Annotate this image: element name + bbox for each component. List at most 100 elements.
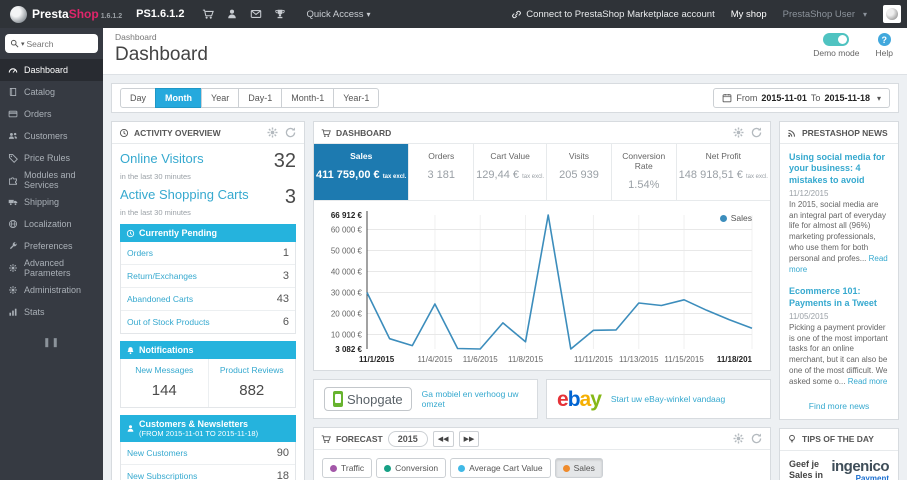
sidebar-item-administration[interactable]: Administration — [0, 279, 103, 301]
sidebar-item-customers[interactable]: Customers — [0, 125, 103, 147]
activity-overview-panel: ACTIVITY OVERVIEW Online Visitors 32 in … — [111, 121, 305, 480]
sidebar-item-localization[interactable]: Localization — [0, 213, 103, 235]
cart-icon[interactable] — [196, 0, 220, 28]
tab-day-1[interactable]: Day-1 — [238, 88, 283, 108]
new-subscriptions-row: New Subscriptions 18 — [121, 465, 295, 480]
customers-quick-icon[interactable] — [220, 0, 244, 28]
dashboard-icon — [8, 65, 18, 75]
currently-pending-header: Currently Pending — [120, 224, 296, 242]
online-visitors-link[interactable]: Online Visitors — [120, 151, 204, 166]
messages-icon[interactable] — [244, 0, 268, 28]
demo-mode-toggle[interactable] — [823, 33, 850, 46]
user-menu[interactable]: PrestaShop User — [783, 9, 867, 20]
tips-of-the-day-panel: TIPS OF THE DAY ingenico Payment service… — [779, 427, 899, 480]
search-input[interactable] — [26, 38, 82, 49]
tips-title: TIPS OF THE DAY — [802, 434, 874, 445]
activity-refresh-icon[interactable] — [284, 126, 297, 139]
prestashop-logo[interactable]: PrestaShop 1.6.1.2 — [0, 5, 132, 23]
stats-icon — [8, 307, 18, 317]
sidebar-item-shipping[interactable]: Shipping — [0, 191, 103, 213]
dashboard-panel-title: DASHBOARD — [336, 127, 392, 138]
forecast-toggle-conversion[interactable]: Conversion — [376, 458, 447, 478]
new-messages-cell[interactable]: New Messages 144 — [121, 359, 208, 407]
pending-row-out-of-stock: Out of Stock Products 6 — [127, 316, 289, 328]
customers-newsletters-header: Customers & Newsletters (FROM 2015-11-01 … — [120, 415, 296, 442]
activity-settings-icon[interactable] — [266, 126, 279, 139]
sidebar-search[interactable] — [5, 34, 98, 53]
activity-icon — [119, 128, 129, 138]
shopgate-link[interactable]: Ga mobiel en verhoog uw omzet — [422, 389, 527, 409]
tab-month-1[interactable]: Month-1 — [281, 88, 335, 108]
tab-year[interactable]: Year — [201, 88, 240, 108]
demo-mode-label: Demo mode — [813, 48, 860, 58]
sidebar-item-advanced-parameters[interactable]: Advanced Parameters — [0, 257, 103, 279]
kpi-cart-value[interactable]: Cart Value 129,44 € tax excl. — [474, 144, 548, 200]
forecast-next-button[interactable]: ▶▶ — [458, 430, 480, 447]
shopgate-banner: Shopgate Ga mobiel en verhoog uw omzet — [313, 379, 538, 419]
average-cart-value-dot-icon — [458, 464, 466, 472]
pending-list: Orders 1 Return/Exchanges 3 Abandoned Cart… — [120, 242, 296, 334]
kpi-sales[interactable]: Sales 411 759,00 € tax excl. — [314, 144, 410, 200]
advanced-parameters-icon — [8, 263, 18, 273]
news-article-title[interactable]: Using social media for your business: 4 … — [789, 152, 889, 186]
svg-text:11/11/2015: 11/11/2015 — [574, 355, 613, 364]
sidebar-item-price-rules[interactable]: Price Rules — [0, 147, 103, 169]
ebay-logo: ebay — [557, 387, 602, 411]
user-avatar[interactable] — [883, 5, 901, 23]
forecast-refresh-icon[interactable] — [750, 432, 763, 445]
notifications-header: Notifications — [120, 341, 296, 359]
sidebar-item-stats[interactable]: Stats — [0, 301, 103, 323]
search-scope-caret-icon[interactable] — [21, 38, 25, 49]
kpi-visits[interactable]: Visits 205 939 — [547, 144, 612, 200]
svg-text:50 000 €: 50 000 € — [331, 247, 363, 256]
kpi-row: Sales 411 759,00 € tax excl. Orders 3 181 … — [314, 144, 770, 201]
news-article: Ecommerce 101: Payments in a Tweet 11/05… — [789, 286, 889, 387]
product-reviews-cell[interactable]: Product Reviews 882 — [207, 359, 296, 407]
kpi-net-profit[interactable]: Net Profit 148 918,51 € tax excl. — [677, 144, 770, 200]
sidebar-item-dashboard[interactable]: Dashboard — [0, 59, 103, 81]
svg-text:30 000 €: 30 000 € — [331, 288, 363, 297]
main-content: Day Month Year Day-1 Month-1 Year-1 From… — [103, 75, 907, 480]
my-shop-link[interactable]: My shop — [731, 9, 767, 20]
kpi-conversion-rate[interactable]: Conversion Rate 1.54% — [612, 144, 677, 200]
find-more-news-link[interactable]: Find more news — [789, 401, 889, 411]
read-more-link[interactable]: Read more — [848, 377, 888, 386]
shipping-icon — [8, 197, 18, 207]
forecast-toggle-average-cart-value[interactable]: Average Cart Value — [450, 458, 551, 478]
sidebar-collapse-button[interactable]: ❚❚ — [0, 337, 103, 348]
shopgate-logo: Shopgate — [324, 387, 412, 411]
help-icon[interactable]: ? — [877, 33, 891, 46]
dashboard-refresh-icon[interactable] — [750, 126, 763, 139]
brand-name: PrestaShop 1.6.1.2 — [32, 7, 123, 21]
news-article-title[interactable]: Ecommerce 101: Payments in a Tweet — [789, 286, 889, 309]
tab-day[interactable]: Day — [120, 88, 157, 108]
svg-text:11/1/2015: 11/1/2015 — [359, 355, 395, 364]
tab-year-1[interactable]: Year-1 — [333, 88, 380, 108]
localization-icon — [8, 219, 18, 229]
shop-version-label: PS1.6.1.2 — [136, 8, 185, 20]
tab-month[interactable]: Month — [155, 88, 203, 108]
notifications-grid: New Messages 144 Product Reviews 882 — [120, 359, 296, 408]
quick-access-menu[interactable]: Quick Access — [306, 9, 370, 20]
help-control: ? Help — [876, 33, 893, 58]
sidebar-item-catalog[interactable]: Catalog — [0, 81, 103, 103]
trophy-icon[interactable] — [268, 0, 292, 28]
sidebar-item-preferences[interactable]: Preferences — [0, 235, 103, 257]
forecast-toggle-traffic[interactable]: Traffic — [322, 458, 373, 478]
new-customers-row: New Customers 90 — [121, 442, 295, 465]
dashboard-settings-icon[interactable] — [732, 126, 745, 139]
marketplace-link[interactable]: Connect to PrestaShop Marketplace accoun… — [511, 9, 715, 20]
sidebar-item-orders[interactable]: Orders — [0, 103, 103, 125]
sales-chart-area: 66 912 € 60 000 € 50 000 € 40 000 € 30 000 €… — [314, 201, 770, 370]
forecast-prev-button[interactable]: ◀◀ — [432, 430, 454, 447]
forecast-toggle-sales[interactable]: Sales — [554, 458, 603, 478]
sales-legend-label: Sales — [730, 213, 752, 223]
sidebar-menu: Dashboard Catalog Orders Customers Price… — [0, 59, 103, 323]
forecast-settings-icon[interactable] — [732, 432, 745, 445]
svg-text:66 912 €: 66 912 € — [331, 211, 363, 220]
kpi-orders[interactable]: Orders 3 181 — [409, 144, 475, 200]
sidebar-item-modules[interactable]: Modules and Services — [0, 169, 103, 191]
ebay-link[interactable]: Start uw eBay-winkel vandaag — [611, 394, 725, 404]
date-range-button[interactable]: From 2015-11-01 To 2015-11-18 — [713, 88, 890, 108]
active-carts-link[interactable]: Active Shopping Carts — [120, 187, 249, 202]
